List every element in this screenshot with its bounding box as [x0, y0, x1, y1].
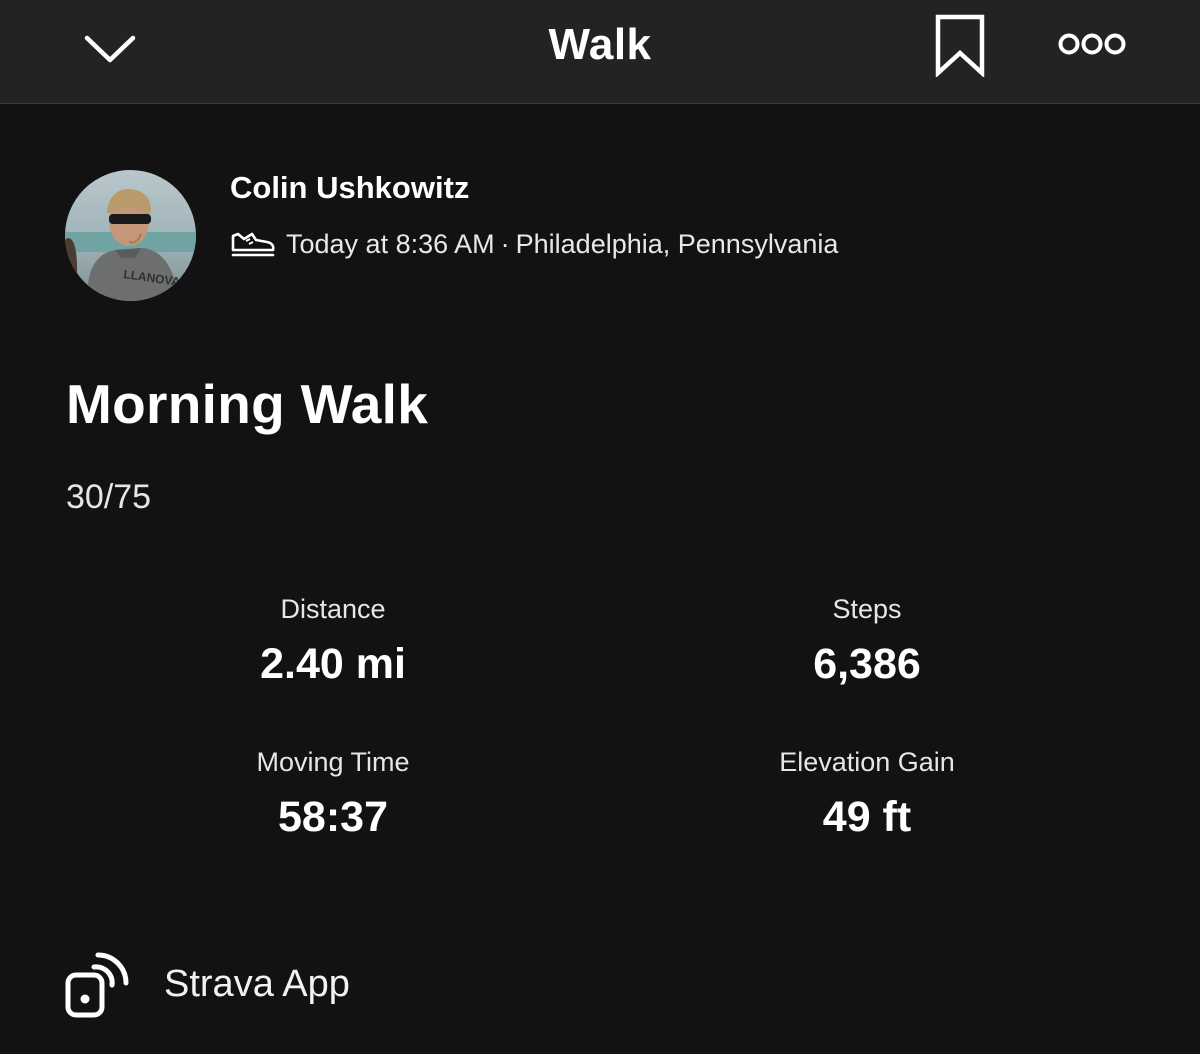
- stat-steps: Steps 6,386: [667, 594, 1067, 689]
- activity-description: 30/75: [66, 478, 152, 516]
- stat-value: 6,386: [813, 640, 921, 688]
- stat-value: 2.40 mi: [260, 640, 406, 688]
- avatar-photo: LLANOVA: [65, 170, 196, 301]
- stat-elevation-gain: Elevation Gain 49 ft: [667, 747, 1067, 842]
- activity-location: Philadelphia, Pennsylvania: [515, 228, 839, 259]
- stat-moving-time: Moving Time 58:37: [133, 747, 533, 842]
- walk-shoe-icon: [230, 229, 276, 259]
- stat-label: Moving Time: [256, 747, 410, 777]
- more-options-button[interactable]: [1050, 20, 1134, 68]
- athlete-avatar[interactable]: LLANOVA: [65, 170, 196, 301]
- activity-title: Morning Walk: [66, 373, 429, 435]
- stat-label: Elevation Gain: [779, 747, 955, 777]
- stat-label: Distance: [280, 594, 386, 624]
- athlete-name[interactable]: Colin Ushkowitz: [230, 170, 469, 206]
- device-sync-icon: [65, 952, 129, 1018]
- collapse-button[interactable]: [78, 20, 142, 76]
- device-label: Strava App: [164, 962, 350, 1005]
- stat-value: 49 ft: [822, 793, 912, 841]
- meta-separator: ·: [500, 228, 510, 259]
- device-source[interactable]: Strava App: [64, 948, 350, 1020]
- chevron-down-icon: [84, 35, 136, 63]
- more-dots-icon: [1058, 33, 1126, 55]
- activity-time: Today at 8:36 AM: [286, 228, 495, 259]
- bookmark-icon: [935, 14, 985, 77]
- bookmark-button[interactable]: [928, 10, 992, 80]
- stat-value: 58:37: [278, 793, 388, 841]
- screen-title: Walk: [548, 20, 652, 69]
- stat-label: Steps: [832, 594, 902, 624]
- activity-meta: Today at 8:36 AM · Philadelphia, Pennsyl…: [230, 226, 838, 262]
- stat-distance: Distance 2.40 mi: [133, 594, 533, 689]
- top-bar: Walk: [0, 0, 1200, 104]
